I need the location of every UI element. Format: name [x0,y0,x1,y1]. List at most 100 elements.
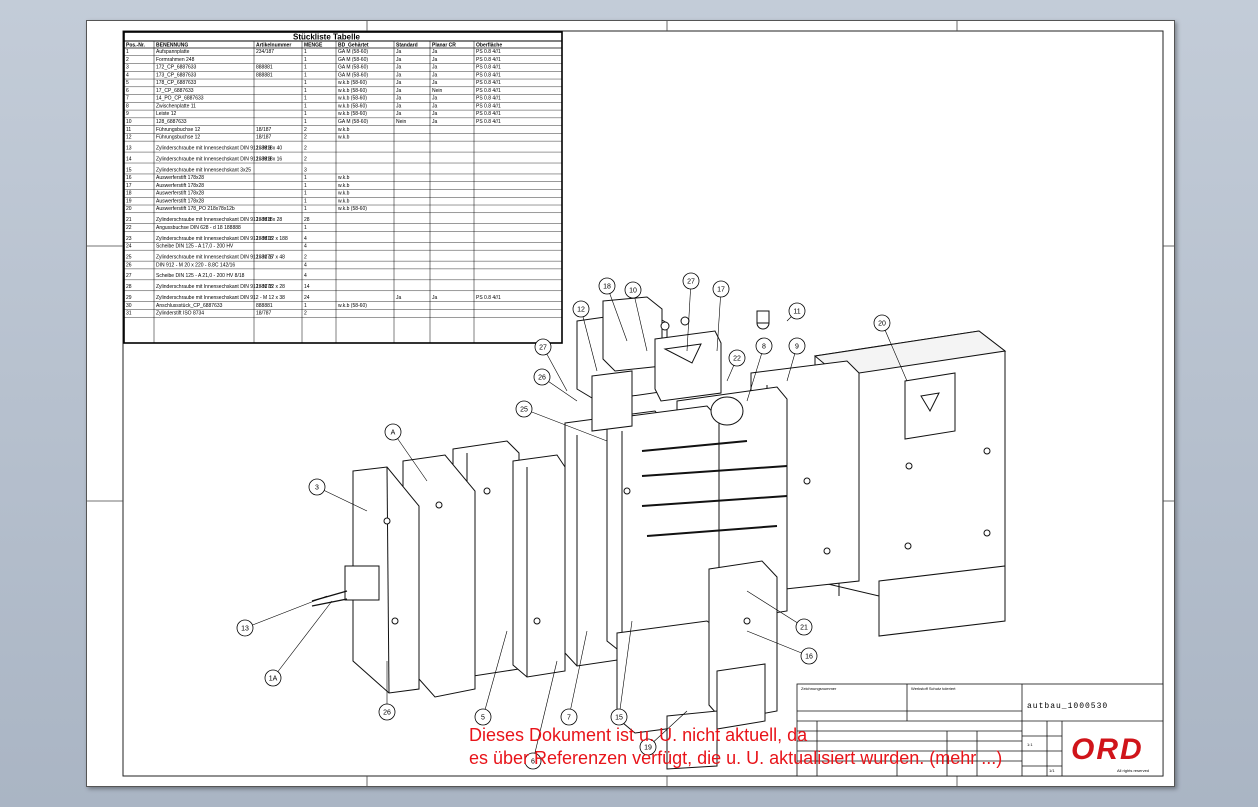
bom-cell: 28 [304,217,310,223]
bom-cell: w.k.b (58-60) [338,103,367,109]
bom-cell: PS 0.8 4//1 [476,72,501,78]
bom-cell: Scheibe DIN 125 - A 17,0 - 200 HV [156,244,234,250]
bom-cell: Ja [432,49,438,55]
bom-cell: 2 [304,311,307,317]
bom-cell: 29 [126,295,132,301]
bom-cell: 1 [304,57,307,63]
bom-cell: w.k.b [338,175,350,181]
scale-value: 1:1 [1027,742,1033,747]
bom-cell: 2 [304,255,307,261]
bom-cell: Ja [432,111,438,117]
bom-cell: w.k.b (58-60) [338,111,367,117]
balloon-callout: 26 [533,368,578,402]
bom-cell: 7 [126,96,129,102]
balloon-label: 26 [383,710,391,717]
balloon-label: 17 [717,287,725,294]
bom-cell: 17 [126,183,132,189]
bom-cell: Ja [396,295,402,301]
bom-cell: 23 [126,236,132,242]
bom-cell: 1 [304,198,307,204]
bom-cell: 24 [304,295,310,301]
bom-cell: 4 [304,236,307,242]
bom-cell: 5 [126,80,129,86]
bom-cell: 888881 [256,65,273,71]
bom-cell: 18 [126,191,132,197]
bom-header-cell: Oberfläche [476,43,502,49]
balloon-label: 16 [805,654,813,661]
bom-cell: 15 [126,167,132,173]
outdated-warning[interactable]: Dieses Dokument ist u. U. nicht aktuell,… [469,724,1002,770]
bom-cell: w.k.b [338,127,350,133]
bom-header-cell: BENENNUNG [156,43,188,49]
balloon-label: 27 [539,345,547,352]
balloon-label: 7 [567,715,571,722]
bom-cell: Ja [432,72,438,78]
bom-cell: 26 [126,262,132,268]
balloon-label: 8 [762,344,766,351]
bom-cell: 178_CP_6887633 [156,80,197,86]
balloon-label: 18 [603,284,611,291]
bom-cell: 9 [126,111,129,117]
assembly-drawing: Stückliste Tabelle Pos.-Nr. BENENNUNG Artik… [87,21,1174,786]
bom-cell: 4 [304,262,307,268]
bom-cell: 188818 [256,145,273,151]
bom-cell: 2 [304,127,307,133]
bom-cell: 188818 [256,236,273,242]
bom-cell: 1 [304,96,307,102]
bom-cell: 2 [304,145,307,151]
bom-cell: 172_CP_6887633 [156,65,197,71]
company-logo-text: ORD [1071,733,1144,766]
bom-cell: 8 [126,103,129,109]
leader-line [272,600,333,679]
bom-cell: Führungsbuchse 12 [156,135,200,141]
bom-cell: Zylinderschraube mit Innensechskant DIN … [156,295,285,301]
bom-cell: Leiste 12 [156,111,177,117]
bom-cell: 1 [304,72,307,78]
bom-cell: 234/187 [256,49,274,55]
bom-cell: 1 [304,111,307,117]
bom-cell: 188178 [256,284,273,290]
balloon-label: 20 [878,321,886,328]
bom-cell: Scheibe DIN 125 - A 21,0 - 200 HV 8/18 [156,273,245,279]
bom-cell: w.k.b (58-60) [338,206,367,212]
bom-cell: Ja [396,96,402,102]
bom-cell: 1 [304,88,307,94]
bom-cell: 4 [304,273,307,279]
bom-cell: 188818 [256,217,273,223]
bom-table: Stückliste Tabelle Pos.-Nr. BENENNUNG Artik… [123,31,563,344]
bom-cell: 10 [126,119,132,125]
bom-cell: Auswerferstift 178x28 [156,191,204,197]
bom-cell: Ja [432,119,438,125]
bom-cell: w.k.b (58-60) [338,96,367,102]
bom-cell: Ja [396,65,402,71]
bom-cell: Zylinderschraube mit Innensechskant 3x25 [156,167,251,173]
bom-cell: w.k.b (58-60) [338,80,367,86]
bom-cell: Formrahmen 248 [156,57,195,63]
bom-cell: 24 [126,244,132,250]
bom-cell: 1 [304,103,307,109]
balloon-callout: 1A [264,600,333,687]
bom-cell: PS 0.8 4//1 [476,96,501,102]
bom-cell: 4 [304,244,307,250]
bom-cell: 18/787 [256,311,272,317]
bom-cell: Ja [396,80,402,86]
bom-cell: 3 [126,65,129,71]
balloon-label: 12 [577,307,585,314]
bom-cell: GA M (58-60) [338,65,368,71]
bom-cell: Ja [432,295,438,301]
bom-cell: Ja [432,57,438,63]
balloon-label: 25 [520,407,528,414]
bom-cell: 173_CP_6887633 [156,72,197,78]
bom-cell: 12 [126,135,132,141]
bom-cell: w.k.b (58-60) [338,88,367,94]
balloon-callout: 11 [786,302,806,322]
balloon-callout: 13 [236,595,328,637]
balloon-label: 11 [793,309,800,316]
bom-cell: Anschlussstück_CP_6887633 [156,303,223,309]
bom-cell: w.k.b (58-60) [338,303,367,309]
bom-cell: 20 [126,206,132,212]
bom-cell: 1 [304,303,307,309]
balloon-label: 21 [800,625,808,632]
bom-cell: 28 [126,284,132,290]
bom-header-cell: Planar CR [432,43,456,49]
